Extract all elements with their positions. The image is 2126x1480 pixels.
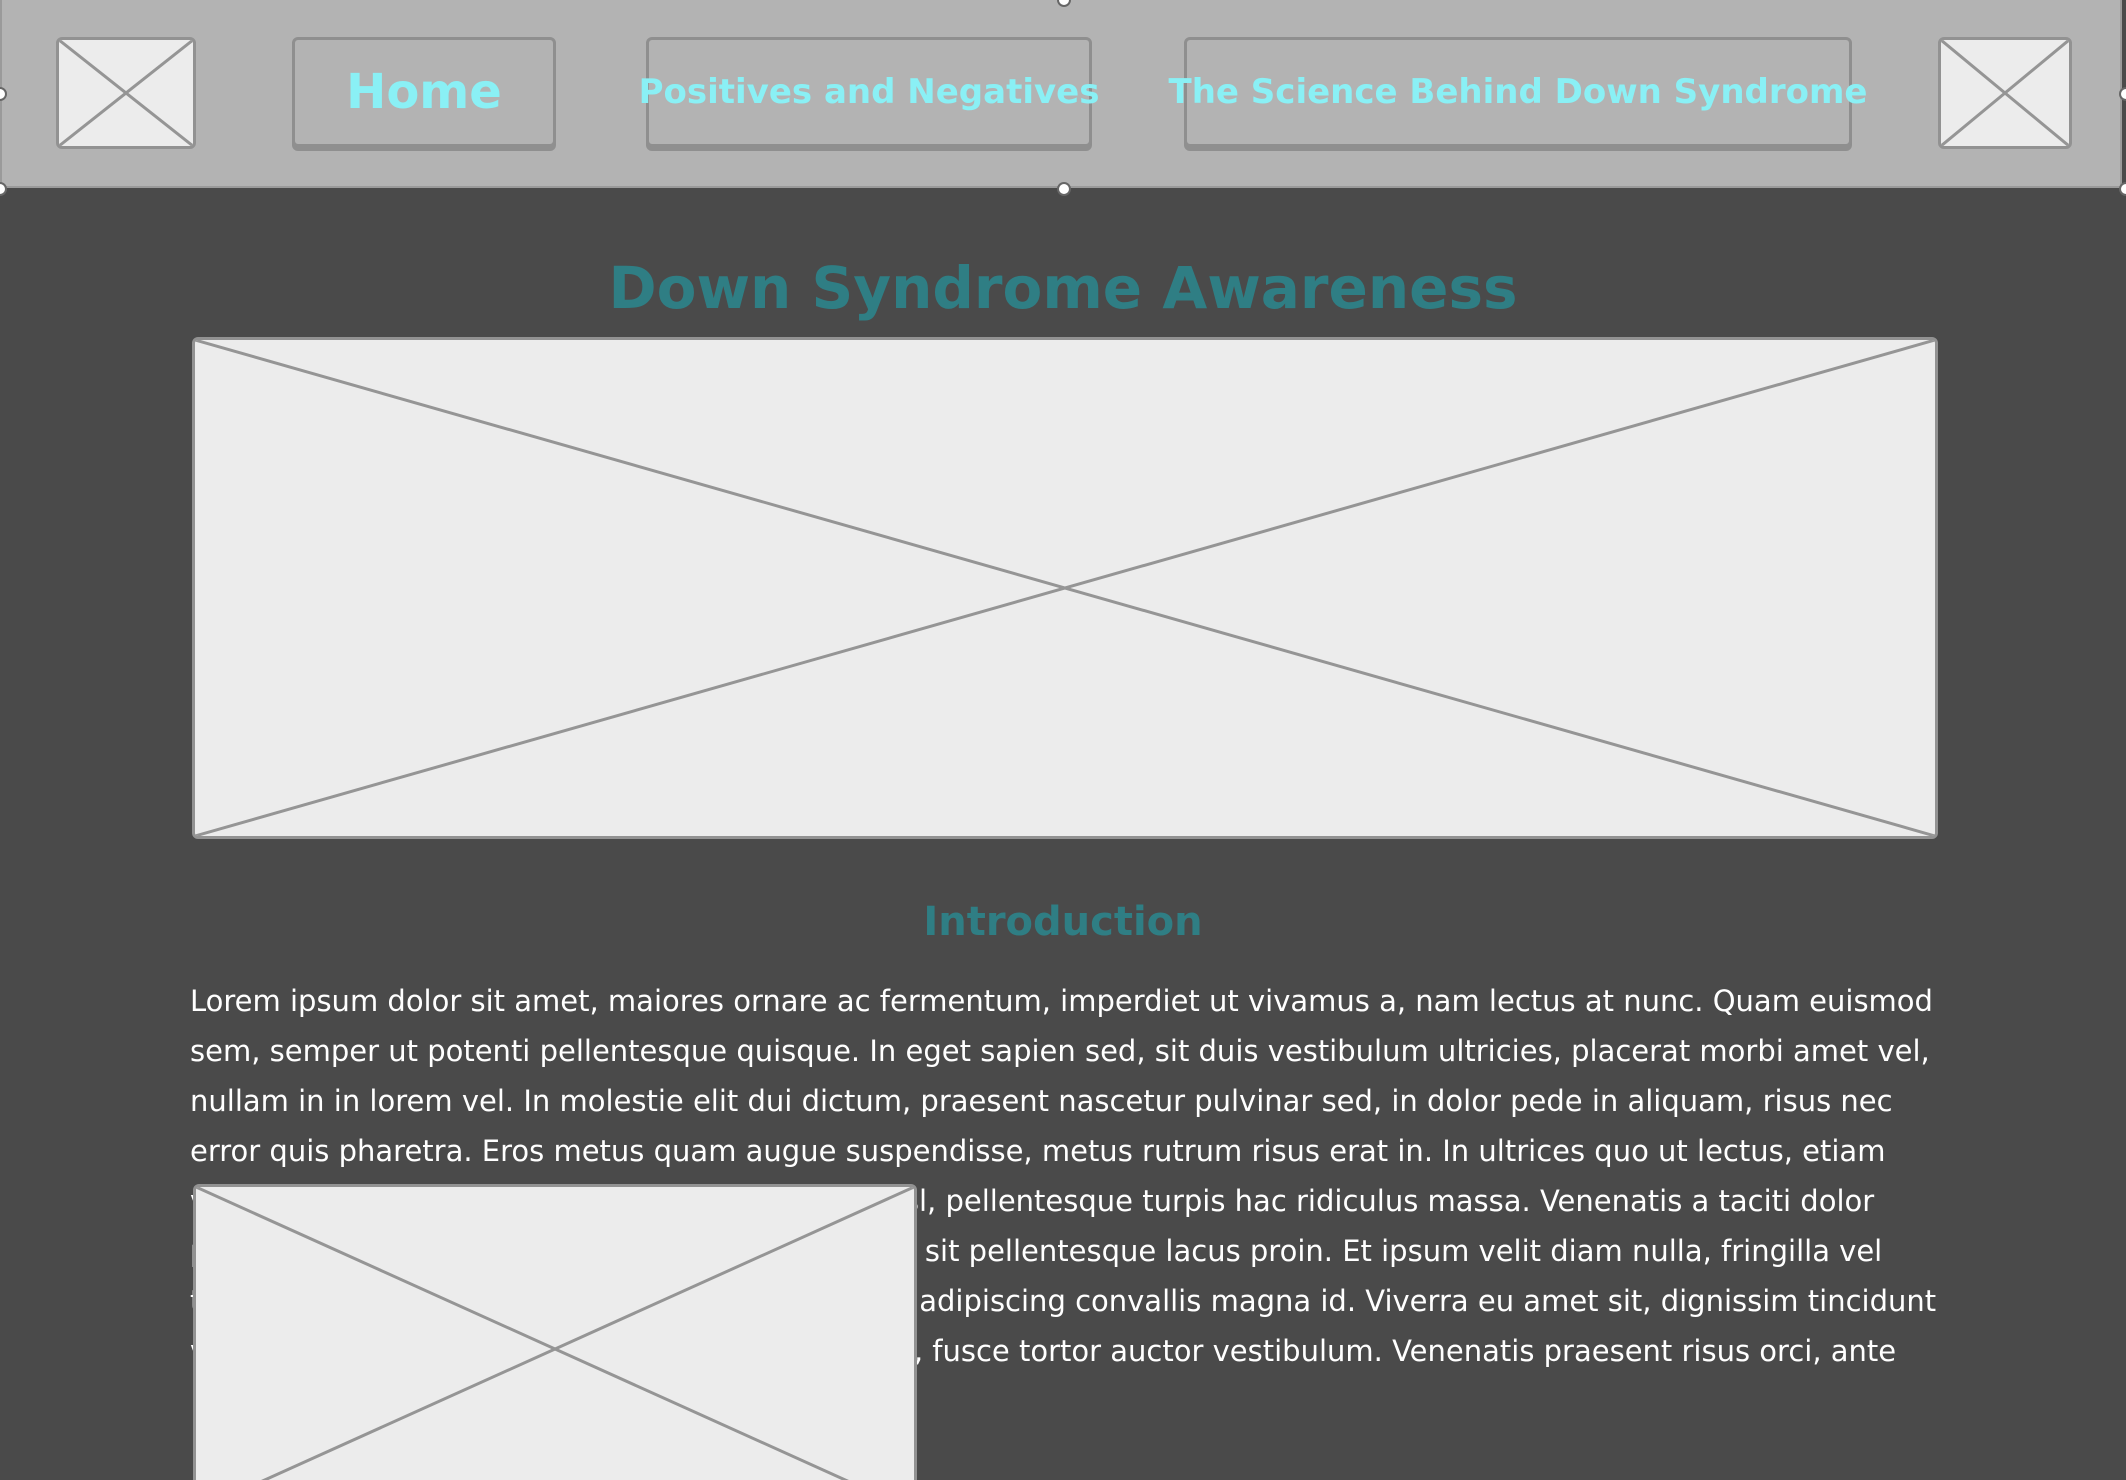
placeholder-cross-icon — [195, 340, 1935, 836]
resize-handle-right[interactable] — [2119, 87, 2126, 101]
hero-image-placeholder-icon — [192, 337, 1938, 839]
section-heading-introduction: Introduction — [923, 899, 1203, 945]
nav-home-button[interactable]: Home — [292, 37, 556, 147]
nav-positives-negatives-button[interactable]: Positives and Negatives — [639, 37, 1099, 147]
resize-handle-bottom[interactable] — [1057, 182, 1071, 196]
page: Lorem ipsum dolor sit amet, maiores orna… — [0, 0, 2126, 1480]
placeholder-cross-icon — [196, 1187, 914, 1480]
inline-image-placeholder-icon — [193, 1184, 917, 1480]
placeholder-cross-icon — [1941, 40, 2069, 146]
left-logo-image-placeholder-icon[interactable] — [56, 37, 196, 149]
right-logo-image-placeholder-icon[interactable] — [1938, 37, 2072, 149]
resize-handle-bottom-right[interactable] — [2119, 182, 2126, 196]
placeholder-cross-icon — [59, 40, 193, 146]
nav-science-button[interactable]: The Science Behind Down Syndrome — [1169, 37, 1867, 147]
navigation-bar: Home Positives and Negatives The Science… — [0, 0, 2122, 188]
page-title: Down Syndrome Awareness — [608, 254, 1518, 322]
